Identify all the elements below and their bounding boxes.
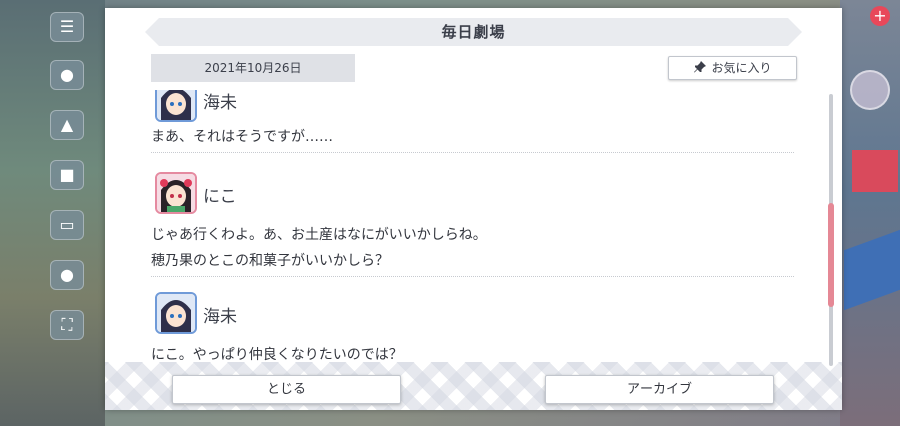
mascot-icon: ●	[50, 260, 84, 290]
dialog-title: 毎日劇場	[441, 23, 506, 41]
display-icon: ▭	[50, 210, 84, 240]
chat-icon: ●	[50, 60, 84, 90]
title-bar: 毎日劇場	[145, 18, 802, 46]
favorite-label: お気に入り	[711, 61, 772, 75]
store-tag	[844, 229, 900, 311]
dialogue-line: にこ。やっぱり仲良くなりたいのでは？	[151, 347, 403, 363]
background-left-panel: ☰ ● ▲ ■ ▭ ● ⛶	[0, 0, 105, 426]
fullscreen-icon: ⛶	[50, 310, 84, 340]
menu-icon: ☰	[50, 12, 84, 42]
date-label: 2021年10月26日	[151, 54, 355, 82]
entry-divider	[151, 276, 794, 277]
archive-button[interactable]: アーカイブ	[545, 375, 774, 404]
dialogue-line: じゃあ行くわよ。あ、お土産はなにがいいかしらね。	[151, 227, 487, 243]
badge-icon	[850, 70, 890, 110]
speaker-name: 海未	[203, 307, 237, 327]
entry-divider	[151, 152, 794, 153]
shop-icon: ▲	[50, 110, 84, 140]
background-right-panel: +	[840, 0, 900, 426]
close-button[interactable]: とじる	[172, 375, 401, 404]
gift-icon: ■	[50, 160, 84, 190]
event-tag	[852, 150, 898, 192]
favorite-button[interactable]: お気に入り	[668, 56, 797, 80]
speaker-name: 海未	[203, 93, 237, 113]
pin-icon	[693, 58, 707, 80]
scrollbar-thumb[interactable]	[828, 203, 834, 307]
avatar-umi	[155, 292, 197, 334]
dialogue-line: 穂乃果のとこの和菓子がいいかしら？	[151, 253, 389, 269]
dialogue-line: まあ、それはそうですが……	[151, 129, 333, 145]
avatar-nico	[155, 172, 197, 214]
avatar-umi	[155, 90, 197, 122]
daily-theater-dialog: 毎日劇場 2021年10月26日 お気に入り 海未 まあ、それはそうですが……	[105, 8, 842, 410]
speaker-name: にこ	[203, 187, 237, 207]
conversation-log[interactable]: 海未 まあ、それはそうですが…… にこ じゃあ行くわよ。あ、お土産はなにがいいか…	[151, 90, 796, 366]
plus-icon: +	[870, 6, 890, 26]
